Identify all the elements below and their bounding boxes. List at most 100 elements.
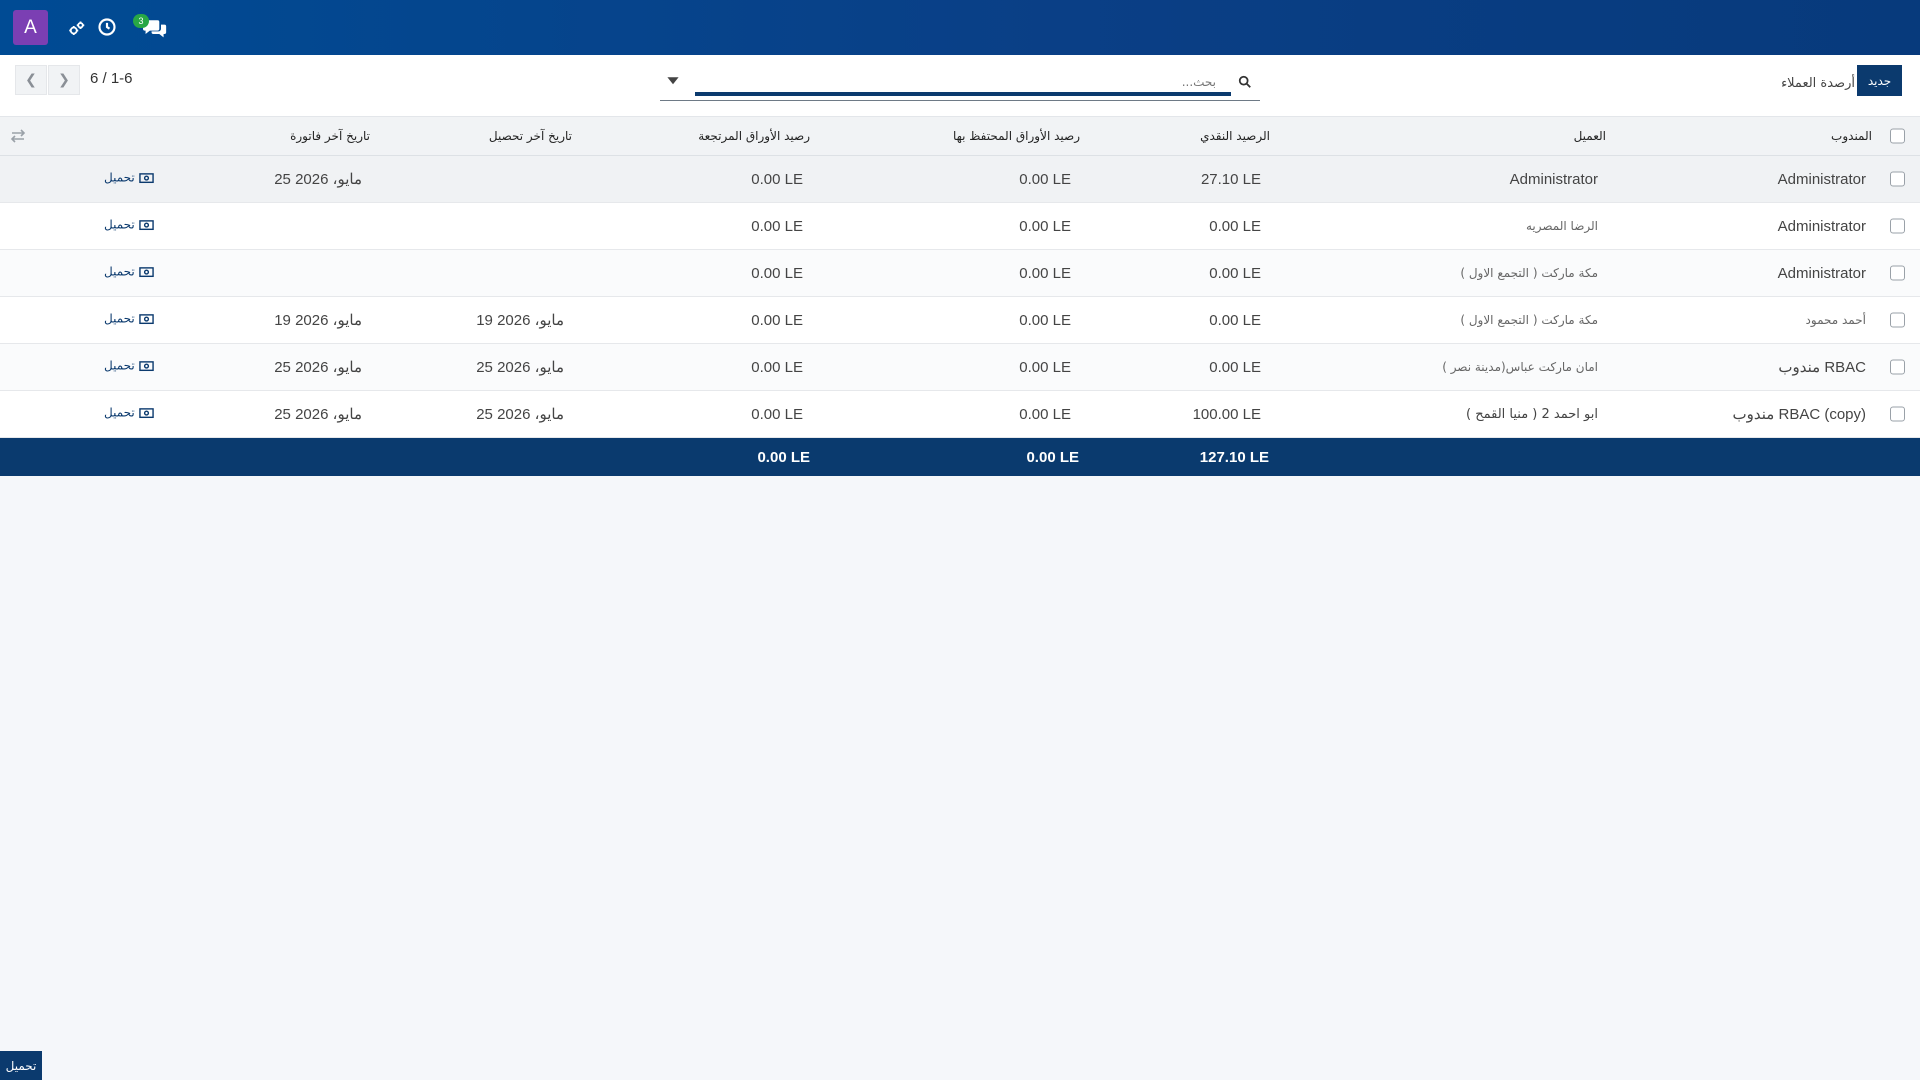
cell-customer: Administrator <box>1509 170 1598 188</box>
cell-held-papers: 0.00 LE <box>1019 311 1071 329</box>
download-label: تحميل <box>104 311 135 326</box>
money-bill-icon <box>138 360 154 371</box>
column-header-cash-balance[interactable]: الرصيد النقدي <box>1200 117 1270 155</box>
row-checkbox[interactable] <box>1890 312 1905 328</box>
download-button[interactable]: تحميل <box>104 218 154 232</box>
download-button[interactable]: تحميل <box>104 265 154 279</box>
pager-value[interactable]: 6 / 1-6 <box>90 70 133 87</box>
cell-last-invoice: 25 مايو، 2026 <box>274 171 362 188</box>
cell-held-papers: 0.00 LE <box>1019 217 1071 235</box>
download-button[interactable]: تحميل <box>104 406 154 420</box>
download-label: تحميل <box>104 217 135 232</box>
user-avatar[interactable]: A <box>13 10 48 45</box>
bottom-download-button[interactable]: تحميل <box>0 1051 42 1080</box>
cell-cash-balance: 0.00 LE <box>1209 217 1261 235</box>
total-cash-balance: 127.10 LE <box>1199 448 1269 466</box>
clock-icon[interactable] <box>97 16 117 38</box>
download-button[interactable]: تحميل <box>104 312 154 326</box>
cell-rep: Administrator <box>1777 170 1866 188</box>
cell-rep: Administrator <box>1777 264 1866 282</box>
table-row[interactable]: Administrator مكة ماركت ( التجمع الاول )… <box>0 250 1920 297</box>
pager-previous-button[interactable]: ❮ <box>15 65 47 95</box>
table-row[interactable]: أحمد محمود مكة ماركت ( التجمع الاول ) 0.… <box>0 297 1920 344</box>
total-held-papers: 0.00 LE <box>1026 448 1079 466</box>
cell-cash-balance: 27.10 LE <box>1200 170 1261 188</box>
cell-returned-papers: 0.00 LE <box>751 311 803 329</box>
cell-held-papers: 0.00 LE <box>1019 264 1071 282</box>
cell-held-papers: 0.00 LE <box>1019 405 1071 423</box>
cell-last-collection: 25 مايو، 2026 <box>476 359 564 376</box>
column-header-returned-papers[interactable]: رصيد الأوراق المرتجعة <box>698 117 810 155</box>
cell-cash-balance: 0.00 LE <box>1209 311 1261 329</box>
cell-customer: ابو احمد 2 ( منيا القمح ) <box>1466 406 1598 422</box>
chat-badge: 3 <box>133 14 149 28</box>
row-checkbox[interactable] <box>1890 406 1905 422</box>
customer-balances-table: المندوب العميل الرصيد النقدي رصيد الأورا… <box>0 117 1920 476</box>
money-bill-icon <box>138 266 154 277</box>
cell-customer: مكة ماركت ( التجمع الاول ) <box>1460 313 1598 327</box>
settings-icon[interactable] <box>67 18 85 40</box>
select-all-checkbox[interactable] <box>1890 128 1905 144</box>
total-returned-papers: 0.00 LE <box>757 448 810 466</box>
cell-returned-papers: 0.00 LE <box>751 217 803 235</box>
download-label: تحميل <box>104 405 135 420</box>
cell-returned-papers: 0.00 LE <box>751 170 803 188</box>
page-title: أرصدة العملاء <box>1781 76 1855 91</box>
column-header-customer[interactable]: العميل <box>1574 117 1606 155</box>
table-row[interactable]: مندوب RBAC ( امان ماركت عباس(مدينة نصر 0… <box>0 344 1920 391</box>
download-label: تحميل <box>104 170 135 185</box>
row-checkbox[interactable] <box>1890 171 1905 187</box>
cell-customer: الرضا المصريه <box>1526 219 1598 233</box>
cell-rep: مندوب RBAC <box>1778 359 1866 376</box>
cell-last-invoice: 19 مايو، 2026 <box>274 312 362 329</box>
money-bill-icon <box>138 172 154 183</box>
row-checkbox[interactable] <box>1890 359 1905 375</box>
cell-returned-papers: 0.00 LE <box>751 264 803 282</box>
chevron-left-icon: ❮ <box>25 72 37 88</box>
money-bill-icon <box>138 313 154 324</box>
cell-last-invoice: 25 مايو، 2026 <box>274 359 362 376</box>
caret-down-icon[interactable] <box>666 73 680 87</box>
pager-next-button[interactable]: ❯ <box>48 65 80 95</box>
download-label: تحميل <box>104 264 135 279</box>
cell-rep: أحمد محمود <box>1805 313 1866 327</box>
column-settings-icon[interactable] <box>10 129 26 143</box>
money-bill-icon <box>138 407 154 418</box>
download-label: تحميل <box>104 358 135 373</box>
cell-returned-papers: 0.00 LE <box>751 405 803 423</box>
cell-held-papers: 0.00 LE <box>1019 358 1071 376</box>
column-header-last-invoice[interactable]: تاريخ آخر فاتورة <box>290 117 370 155</box>
cell-cash-balance: 0.00 LE <box>1209 264 1261 282</box>
column-header-held-papers[interactable]: رصيد الأوراق المحتفظ بها <box>953 117 1080 155</box>
search-focus-line <box>695 92 1231 96</box>
new-button[interactable]: جديد <box>1857 65 1902 96</box>
cell-customer: ( امان ماركت عباس(مدينة نصر <box>1442 360 1598 374</box>
money-bill-icon <box>138 219 154 230</box>
cell-last-invoice: 25 مايو، 2026 <box>274 406 362 423</box>
cell-held-papers: 0.00 LE <box>1019 170 1071 188</box>
cell-returned-papers: 0.00 LE <box>751 358 803 376</box>
search-icon <box>1238 75 1252 89</box>
column-header-rep[interactable]: المندوب <box>1831 117 1872 155</box>
table-row[interactable]: مندوب RBAC (copy) ابو احمد 2 ( منيا القم… <box>0 391 1920 438</box>
cell-cash-balance: 100.00 LE <box>1192 405 1261 423</box>
cell-last-collection: 25 مايو، 2026 <box>476 406 564 423</box>
table-row[interactable]: Administrator الرضا المصريه 0.00 LE 0.00… <box>0 203 1920 250</box>
table-header: المندوب العميل الرصيد النقدي رصيد الأورا… <box>0 117 1920 156</box>
cell-cash-balance: 0.00 LE <box>1209 358 1261 376</box>
top-navbar: A 3 <box>0 0 1920 55</box>
chevron-right-icon: ❯ <box>58 72 70 88</box>
control-panel: ❮ ❯ 6 / 1-6 أرصدة العملاء جديد <box>0 55 1920 117</box>
search-bar <box>660 65 1260 101</box>
download-button[interactable]: تحميل <box>104 171 154 185</box>
column-header-last-collection[interactable]: تاريخ آخر تحصيل <box>489 117 572 155</box>
cell-rep: مندوب RBAC (copy) <box>1732 406 1867 423</box>
cell-customer: مكة ماركت ( التجمع الاول ) <box>1460 266 1598 280</box>
download-button[interactable]: تحميل <box>104 359 154 373</box>
search-input[interactable] <box>696 71 1216 93</box>
table-totals-row: 127.10 LE 0.00 LE 0.00 LE <box>0 438 1920 476</box>
table-row[interactable]: Administrator Administrator 27.10 LE 0.0… <box>0 156 1920 203</box>
row-checkbox[interactable] <box>1890 265 1905 281</box>
row-checkbox[interactable] <box>1890 218 1905 234</box>
cell-rep: Administrator <box>1777 217 1866 235</box>
